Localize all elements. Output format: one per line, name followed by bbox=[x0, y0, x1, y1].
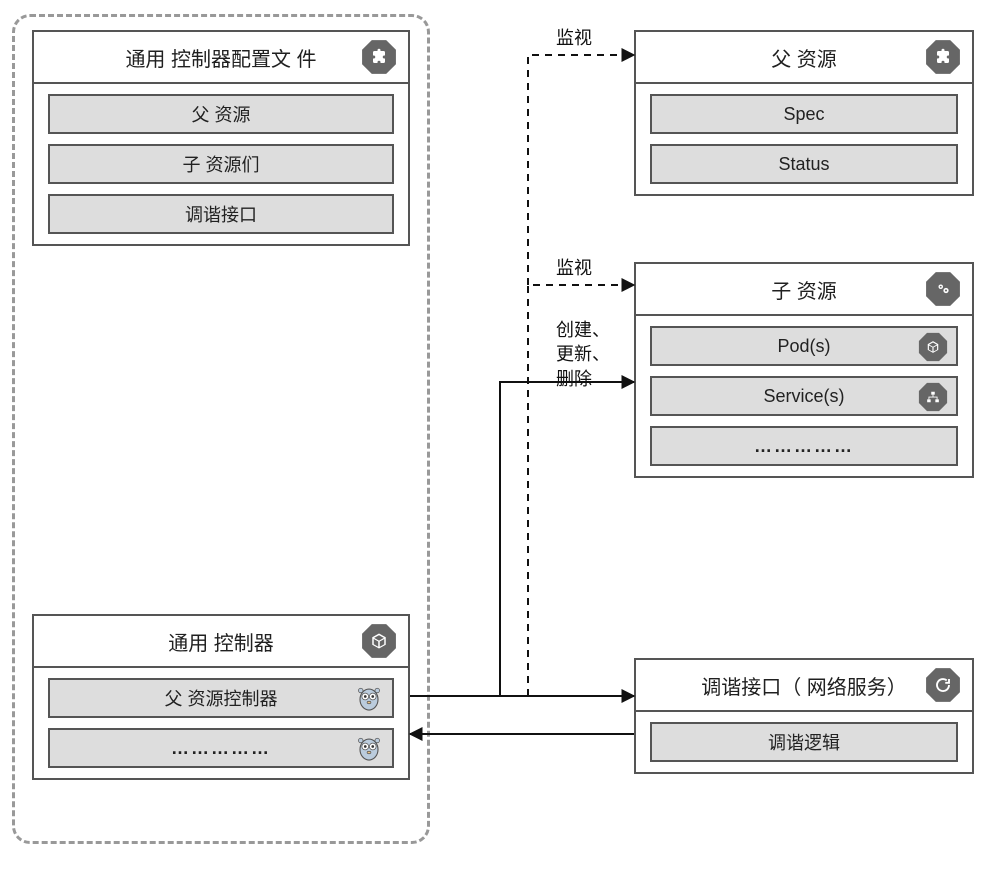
edge-label-watch-child: 监视 bbox=[556, 256, 592, 280]
puzzle-icon bbox=[924, 38, 962, 76]
tuning-box-title: 调谐接口（ 网络服务） bbox=[636, 660, 972, 710]
child-item-services: Service(s) bbox=[650, 376, 958, 416]
edge-label-watch-parent: 监视 bbox=[556, 26, 592, 50]
refresh-icon bbox=[924, 666, 962, 704]
tuning-box: 调谐接口（ 网络服务） 调谐逻辑 bbox=[634, 658, 974, 774]
parent-resource-title: 父 资源 bbox=[636, 32, 972, 82]
puzzle-icon bbox=[360, 38, 398, 76]
controller-item-ellipsis: …………… bbox=[48, 728, 394, 768]
edge-label-crud: 创建、 更新、 删除 bbox=[556, 318, 610, 391]
tuning-title-text: 调谐接口（ 网络服务） bbox=[701, 671, 907, 700]
parent-item-status: Status bbox=[650, 144, 958, 184]
gopher-icon bbox=[354, 733, 384, 763]
config-item-parent: 父 资源 bbox=[48, 94, 394, 134]
config-item-children: 子 资源们 bbox=[48, 144, 394, 184]
controller-box-title: 通用 控制器 bbox=[34, 616, 408, 666]
controller-title-text: 通用 控制器 bbox=[168, 627, 274, 656]
cube-icon bbox=[360, 622, 398, 660]
config-title-text: 通用 控制器配置文 件 bbox=[125, 43, 316, 72]
config-item-tuning: 调谐接口 bbox=[48, 194, 394, 234]
parent-resource-title-text: 父 资源 bbox=[771, 43, 837, 72]
tuning-item-logic: 调谐逻辑 bbox=[650, 722, 958, 762]
child-resource-box: 子 资源 Pod(s) Service(s) …………… bbox=[634, 262, 974, 478]
gopher-icon bbox=[354, 683, 384, 713]
parent-item-spec: Spec bbox=[650, 94, 958, 134]
sitemap-icon bbox=[918, 382, 948, 412]
cube-icon bbox=[918, 332, 948, 362]
controller-box: 通用 控制器 父 资源控制器 …………… bbox=[32, 614, 410, 780]
child-resource-title-text: 子 资源 bbox=[771, 275, 837, 304]
child-resource-title: 子 资源 bbox=[636, 264, 972, 314]
child-item-ellipsis: …………… bbox=[650, 426, 958, 466]
config-box-title: 通用 控制器配置文 件 bbox=[34, 32, 408, 82]
controller-item-parent-ctrl: 父 资源控制器 bbox=[48, 678, 394, 718]
config-box: 通用 控制器配置文 件 父 资源 子 资源们 调谐接口 bbox=[32, 30, 410, 246]
parent-resource-box: 父 资源 Spec Status bbox=[634, 30, 974, 196]
gear-icon bbox=[924, 270, 962, 308]
child-item-pods: Pod(s) bbox=[650, 326, 958, 366]
